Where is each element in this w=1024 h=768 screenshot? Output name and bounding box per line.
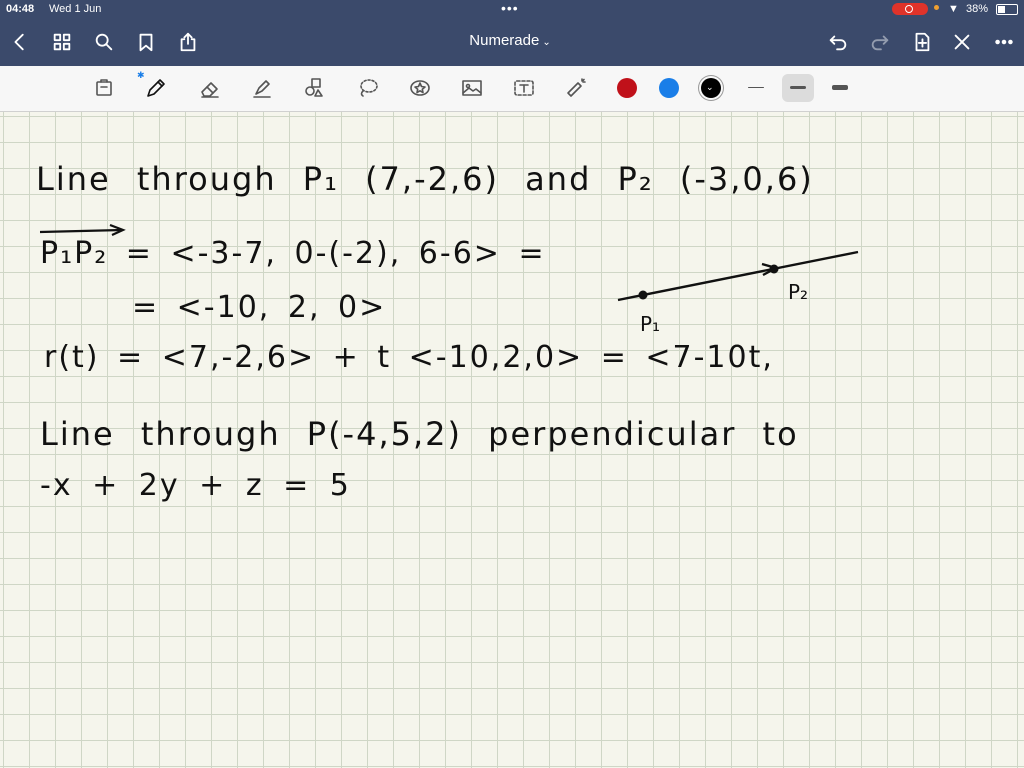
redo-icon <box>871 35 889 51</box>
redo-button[interactable] <box>866 28 894 56</box>
bookmark-icon <box>139 33 153 52</box>
point-p2-label: P₂ <box>788 280 809 304</box>
battery-percent: 38% <box>966 3 989 15</box>
search-icon <box>95 33 113 51</box>
text-icon <box>514 80 534 96</box>
note-line-3: = <-10, 2, 0> <box>132 290 387 325</box>
color-swatch-red[interactable] <box>617 78 637 98</box>
laser-pointer-icon <box>567 78 586 97</box>
chevron-down-icon: ⌄ <box>542 37 551 48</box>
note-line-1: Line through P₁ (7,-2,6) and P₂ (-3,0,6) <box>36 160 814 198</box>
mic-indicator-icon <box>934 5 939 10</box>
more-icon <box>995 39 1013 45</box>
close-icon <box>954 34 970 50</box>
undo-icon <box>829 35 847 51</box>
back-button[interactable] <box>6 28 34 56</box>
note-line-5: Line through P(-4,5,2) perpendicular to <box>40 415 799 453</box>
share-icon <box>180 32 196 52</box>
medium-line-icon <box>790 86 806 89</box>
star-sticker-icon <box>410 80 430 96</box>
bluetooth-icon: ✱ <box>137 70 145 80</box>
grid-icon <box>53 33 71 51</box>
image-icon <box>462 80 482 96</box>
status-time: 04:48 <box>6 3 35 15</box>
read-only-icon <box>96 79 112 96</box>
note-line-2: P₁P₂ = <-3-7, 0-(-2), 6-6> = <box>40 236 546 271</box>
shapes-tool[interactable] <box>298 73 330 103</box>
thick-line-icon <box>832 85 848 90</box>
close-toolbar-button[interactable] <box>948 28 976 56</box>
drawing-toolbar: ✱ ⌄ <box>0 66 1024 112</box>
eraser-icon <box>201 82 219 98</box>
color-swatch-blue[interactable] <box>659 78 679 98</box>
color-swatch-black[interactable]: ⌄ <box>701 78 721 98</box>
note-line-6: -x + 2y + z = 5 <box>40 468 351 503</box>
stroke-medium-option[interactable] <box>782 74 814 102</box>
highlighter-icon <box>253 80 271 98</box>
point-p1-dot <box>638 290 648 300</box>
thin-line-icon <box>748 87 764 88</box>
status-date: Wed 1 Jun <box>49 3 102 15</box>
bookmark-button[interactable] <box>132 28 160 56</box>
pen-icon <box>147 79 165 97</box>
note-line-4: r(t) = <7,-2,6> + t <-10,2,0> = <7-10t, <box>44 340 774 375</box>
search-button[interactable] <box>90 28 118 56</box>
add-page-icon <box>915 32 930 52</box>
battery-icon <box>996 4 1018 15</box>
stroke-thin-option[interactable] <box>740 74 772 102</box>
thumbnails-button[interactable] <box>48 28 76 56</box>
pen-tool[interactable] <box>140 73 172 103</box>
status-bar: 04:48 Wed 1 Jun ••• ▼ 38% <box>0 0 1024 18</box>
point-p2-dot <box>769 264 779 274</box>
note-canvas[interactable]: Line through P₁ (7,-2,6) and P₂ (-3,0,6)… <box>0 112 1024 768</box>
share-button[interactable] <box>174 28 202 56</box>
multitasking-dots-icon[interactable]: ••• <box>501 0 519 16</box>
lasso-icon <box>360 79 378 97</box>
document-title: Numerade <box>469 32 540 49</box>
checkmark-icon: ⌄ <box>706 82 714 92</box>
lasso-tool[interactable] <box>352 73 384 103</box>
stroke-thick-option[interactable] <box>824 74 856 102</box>
add-page-button[interactable] <box>908 28 936 56</box>
navigation-bar: Numerade ⌄ <box>0 20 1024 64</box>
chevron-left-icon <box>14 33 24 51</box>
eraser-tool[interactable] <box>194 73 226 103</box>
sketch-line <box>617 250 859 302</box>
screen-recording-icon[interactable] <box>892 3 928 15</box>
wifi-icon: ▼ <box>948 3 959 15</box>
laser-pointer-tool[interactable] <box>560 73 592 103</box>
read-only-mode-tool[interactable] <box>88 73 120 103</box>
point-p1-label: P₁ <box>640 312 661 336</box>
app-header: 04:48 Wed 1 Jun ••• ▼ 38% Numerade ⌄ <box>0 0 1024 66</box>
undo-button[interactable] <box>824 28 852 56</box>
image-tool[interactable] <box>456 73 488 103</box>
highlighter-tool[interactable] <box>246 73 278 103</box>
more-button[interactable] <box>990 28 1018 56</box>
shapes-icon <box>305 78 323 97</box>
text-tool[interactable] <box>508 73 540 103</box>
document-title-menu[interactable]: Numerade ⌄ <box>440 32 580 52</box>
elements-tool[interactable] <box>404 73 436 103</box>
